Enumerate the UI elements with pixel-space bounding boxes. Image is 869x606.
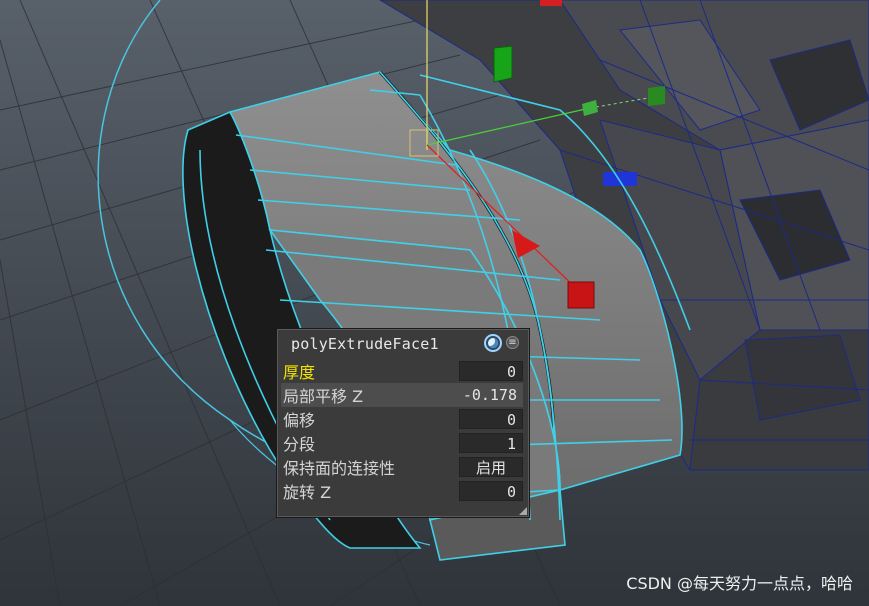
attr-label: 分段 xyxy=(283,435,316,454)
watermark: CSDN @每天努力一点点，哈哈 xyxy=(626,574,853,593)
attr-label: 偏移 xyxy=(283,411,316,430)
attr-row-divisions[interactable]: 分段 1 xyxy=(281,431,523,455)
attr-row-local-translate-z[interactable]: 局部平移 Z -0.178 xyxy=(281,383,523,407)
menu-icon[interactable] xyxy=(506,336,519,349)
attr-value-field[interactable]: 0 xyxy=(459,481,523,501)
attr-label: 保持面的连接性 xyxy=(283,459,396,478)
attr-value-field[interactable]: 0 xyxy=(459,361,523,381)
attr-value-field[interactable]: 0 xyxy=(459,409,523,429)
resize-grip-icon[interactable] xyxy=(519,507,527,515)
attr-value-field[interactable]: 1 xyxy=(459,433,523,453)
attr-row-keep-faces-together[interactable]: 保持面的连接性 启用 xyxy=(281,455,523,479)
maya-viewport[interactable]: polyExtrudeFace1 厚度 0 局部平移 Z -0.178 偏移 0… xyxy=(0,0,869,606)
attr-value-dropdown[interactable]: 启用 xyxy=(459,457,523,477)
attr-label: 旋转 Z xyxy=(283,483,332,502)
attr-row-offset[interactable]: 偏移 0 xyxy=(281,407,523,431)
poly-extrude-node-editor[interactable]: polyExtrudeFace1 厚度 0 局部平移 Z -0.178 偏移 0… xyxy=(276,328,530,518)
attr-label: 厚度 xyxy=(283,363,316,382)
attr-label: 局部平移 Z xyxy=(283,387,364,406)
attr-row-rotate-z[interactable]: 旋转 Z 0 xyxy=(281,479,523,503)
globe-icon[interactable] xyxy=(484,334,502,352)
attr-row-thickness[interactable]: 厚度 0 xyxy=(281,359,523,383)
attr-value-field[interactable]: -0.178 xyxy=(445,385,523,405)
